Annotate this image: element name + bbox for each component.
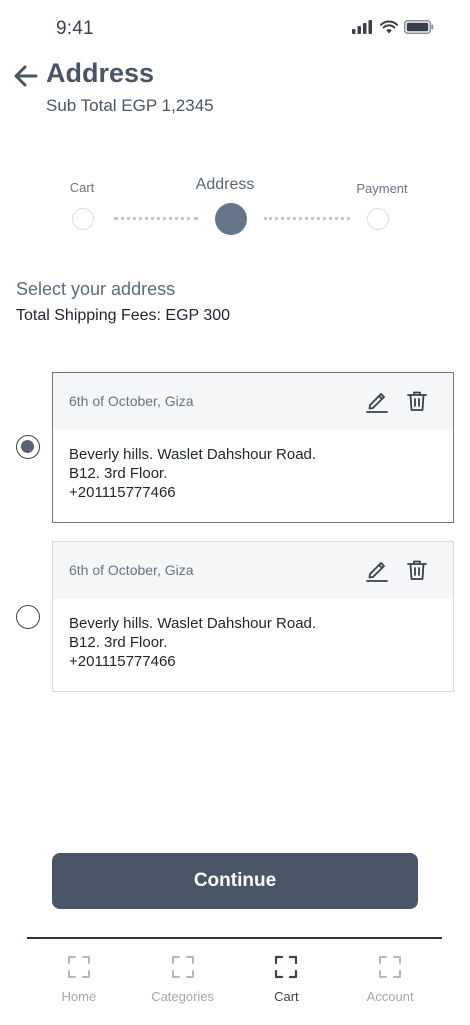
address-line-1: Beverly hills. Waslet Dahshour Road.	[69, 615, 317, 632]
edit-address-button[interactable]	[365, 389, 389, 413]
address-card-2[interactable]: 6th of October, Giza Beverly hills. Wasl…	[52, 541, 454, 692]
address-card-header: 6th of October, Giza	[53, 542, 453, 599]
address-radio-2[interactable]	[16, 605, 40, 629]
address-city: 6th of October, Giza	[69, 562, 194, 578]
arrow-left-icon	[14, 65, 38, 87]
bottom-nav-divider	[27, 937, 442, 939]
address-line-2: B12. 3rd Floor.	[69, 634, 168, 651]
nav-label-home: Home	[61, 989, 97, 1004]
address-details: Beverly hills. Waslet Dahshour Road. B12…	[69, 445, 316, 502]
status-bar: 9:41	[0, 0, 470, 56]
trash-icon	[407, 560, 427, 580]
address-card-actions	[365, 389, 429, 413]
step-indicator-cart	[72, 208, 94, 230]
nav-item-account[interactable]: Account	[338, 945, 442, 1015]
wifi-icon	[380, 20, 398, 34]
back-button[interactable]	[12, 62, 40, 90]
step-connector	[264, 217, 350, 220]
battery-icon	[404, 20, 434, 34]
nav-label-cart: Cart	[274, 989, 299, 1004]
continue-button[interactable]: Continue	[52, 853, 418, 909]
step-connector	[114, 217, 198, 220]
cellular-signal-icon	[352, 20, 372, 34]
step-indicator-address	[215, 203, 247, 235]
step-indicator-payment	[367, 208, 389, 230]
delete-address-button[interactable]	[405, 558, 429, 582]
edit-address-button[interactable]	[365, 558, 389, 582]
trash-icon	[407, 391, 427, 411]
scan-frame-icon	[171, 956, 194, 978]
bottom-nav: Home Categories Cart Account	[27, 945, 442, 1015]
delete-address-button[interactable]	[405, 389, 429, 413]
address-radio-1[interactable]	[16, 435, 40, 459]
checkout-stepper: Cart Address Payment	[0, 170, 470, 240]
radio-selected-dot	[21, 440, 34, 453]
address-line-1: Beverly hills. Waslet Dahshour Road.	[69, 446, 317, 463]
step-label-payment: Payment	[356, 181, 408, 196]
address-card-actions	[365, 558, 429, 582]
step-label-cart: Cart	[69, 180, 95, 195]
step-label-address: Address	[195, 176, 255, 193]
shipping-fees-text: Total Shipping Fees: EGP 300	[16, 307, 231, 324]
pencil-icon	[366, 562, 388, 582]
address-card-header: 6th of October, Giza	[53, 373, 453, 430]
select-address-title: Select your address	[16, 279, 176, 299]
address-phone: +201115777466	[69, 484, 176, 501]
nav-label-categories: Categories	[151, 989, 215, 1004]
nav-item-home[interactable]: Home	[27, 945, 131, 1015]
page-title: Address	[46, 58, 155, 88]
status-time: 9:41	[56, 18, 94, 39]
address-city: 6th of October, Giza	[69, 393, 194, 409]
nav-label-account: Account	[366, 989, 414, 1004]
address-phone: +201115777466	[69, 653, 176, 670]
scan-frame-icon	[379, 956, 402, 978]
nav-item-cart[interactable]: Cart	[235, 945, 339, 1015]
subtotal-text: Sub Total EGP 1,2345	[46, 96, 214, 115]
address-card-1[interactable]: 6th of October, Giza Beverly hills. Wasl…	[52, 372, 454, 523]
scan-frame-icon	[275, 955, 298, 979]
scan-frame-icon	[67, 956, 90, 978]
address-details: Beverly hills. Waslet Dahshour Road. B12…	[69, 614, 316, 671]
nav-item-categories[interactable]: Categories	[131, 945, 235, 1015]
address-line-2: B12. 3rd Floor.	[69, 465, 168, 482]
status-icons	[352, 20, 434, 34]
pencil-icon	[366, 393, 388, 413]
